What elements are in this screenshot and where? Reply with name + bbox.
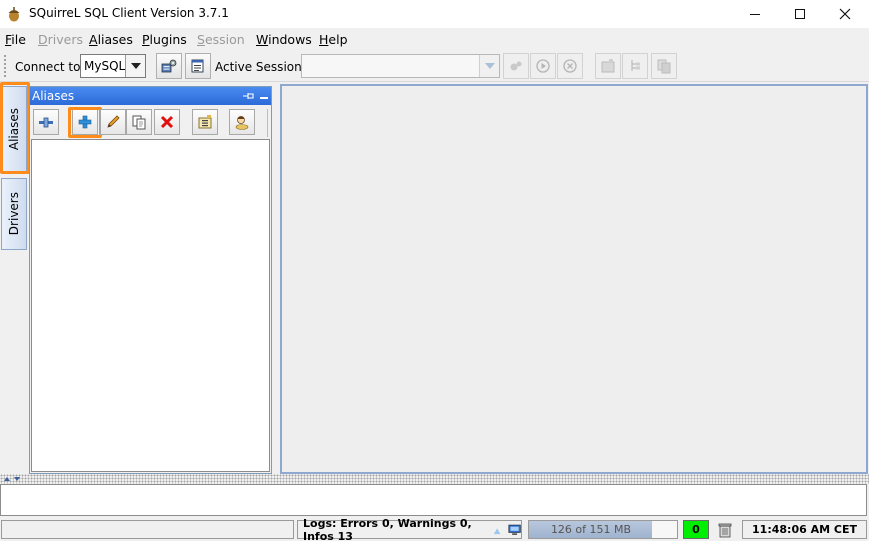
menu-help[interactable]: Help (319, 32, 348, 47)
menu-windows[interactable]: Windows (256, 32, 312, 47)
pin-icon[interactable] (242, 90, 256, 102)
minimize-icon (750, 13, 760, 15)
chevron-down-icon (484, 63, 495, 69)
close-button[interactable] (822, 0, 868, 28)
toolbar-overflow-edge (267, 109, 271, 137)
sql-session-button[interactable] (185, 53, 211, 79)
splitter-arrows-icon[interactable] (2, 474, 24, 484)
plus-icon (78, 115, 92, 129)
active-session-dropdown-arrow[interactable] (479, 55, 499, 77)
close-icon (839, 8, 851, 20)
menu-file[interactable]: File (5, 32, 26, 47)
squirrel-acorn-icon (8, 7, 20, 22)
chevron-down-icon (130, 63, 141, 69)
menu-aliases[interactable]: Aliases (89, 32, 133, 47)
side-tab-strip: Aliases Drivers (0, 82, 29, 474)
aliases-panel-title: Aliases (32, 89, 75, 103)
connect-database-icon (161, 59, 177, 73)
tab-aliases-label: Aliases (7, 107, 21, 151)
connect-alias-button[interactable] (33, 109, 59, 135)
status-bar: Logs: Errors 0, Warnings 0, Infos 13 126… (0, 516, 869, 541)
alias-folder-icon (198, 115, 212, 129)
connect-to-select[interactable]: MySQL (80, 54, 146, 78)
trash-can-icon (718, 523, 732, 537)
memory-usage-bar[interactable]: 126 of 151 MB (528, 520, 678, 539)
copy-icon (132, 115, 146, 130)
connect-button[interactable] (156, 53, 182, 79)
logs-status-cell[interactable]: Logs: Errors 0, Warnings 0, Infos 13 (297, 516, 522, 541)
run-sql-button[interactable] (530, 53, 556, 79)
horizontal-splitter[interactable] (0, 474, 869, 484)
connect-dropdown-arrow[interactable] (125, 55, 145, 77)
pencil-icon (107, 115, 120, 128)
tab-drivers-label: Drivers (7, 192, 21, 236)
alias-properties-button[interactable] (229, 109, 255, 135)
toolbar-grip[interactable] (3, 54, 7, 78)
copy-alias-button[interactable] (126, 109, 152, 135)
session-properties-button[interactable] (503, 53, 529, 79)
garbage-collect-button[interactable] (712, 520, 738, 539)
session-window-icon (191, 59, 204, 73)
edit-alias-button[interactable] (100, 109, 126, 135)
new-sql-worksheet-button[interactable] (595, 53, 621, 79)
object-tree-button[interactable] (622, 53, 648, 79)
session-gear-icon (510, 61, 522, 71)
stop-icon (563, 59, 577, 73)
panel-minimize-icon[interactable] (259, 91, 269, 101)
tab-aliases[interactable]: Aliases (1, 86, 27, 172)
tree-icon (631, 60, 640, 71)
maximize-icon (795, 9, 805, 19)
aliases-list[interactable] (31, 139, 270, 472)
logs-status-text: Logs: Errors 0, Warnings 0, Infos 13 (303, 516, 472, 541)
menu-session[interactable]: Session (197, 32, 245, 47)
logs-indicator-icon (493, 527, 501, 534)
copy-session-button[interactable] (651, 53, 677, 79)
connect-to-value: MySQL (84, 59, 126, 73)
aliases-panel-header: Aliases (30, 87, 271, 105)
connect-plug-icon (39, 117, 53, 128)
worksheet-icon (601, 59, 615, 73)
status-message-cell (1, 520, 294, 539)
tab-drivers[interactable]: Drivers (1, 178, 27, 250)
delete-alias-button[interactable] (154, 109, 180, 135)
stop-sql-button[interactable] (557, 53, 583, 79)
copy-icon (657, 59, 671, 74)
window-title: SQuirreL SQL Client Version 3.7.1 (29, 6, 229, 20)
new-alias-button[interactable] (72, 109, 98, 135)
desktop-pane[interactable] (280, 84, 868, 474)
clock-time: 11:48:06 AM CET (742, 520, 867, 539)
maximize-button[interactable] (777, 0, 823, 28)
active-session-select[interactable] (301, 54, 500, 78)
title-bar: SQuirreL SQL Client Version 3.7.1 (0, 0, 869, 28)
play-icon (536, 59, 550, 73)
memory-usage-text: 126 of 151 MB (550, 523, 632, 536)
minimize-button[interactable] (732, 0, 778, 28)
message-panel[interactable] (0, 484, 867, 516)
sort-aliases-button[interactable] (192, 109, 218, 135)
active-session-label: Active Session: (215, 60, 306, 74)
menu-drivers[interactable]: Drivers (38, 32, 83, 47)
delete-x-icon (160, 115, 174, 129)
monitor-icon[interactable] (508, 523, 521, 537)
connect-to-label: Connect to: (15, 60, 85, 74)
user-properties-icon (235, 116, 249, 130)
session-counter-badge: 0 (683, 520, 709, 539)
main-toolbar: Connect to: MySQL Active Session: (0, 50, 869, 82)
aliases-panel: Aliases (29, 86, 272, 474)
menu-bar: File Drivers Aliases Plugins Session Win… (0, 28, 869, 50)
menu-plugins[interactable]: Plugins (142, 32, 187, 47)
